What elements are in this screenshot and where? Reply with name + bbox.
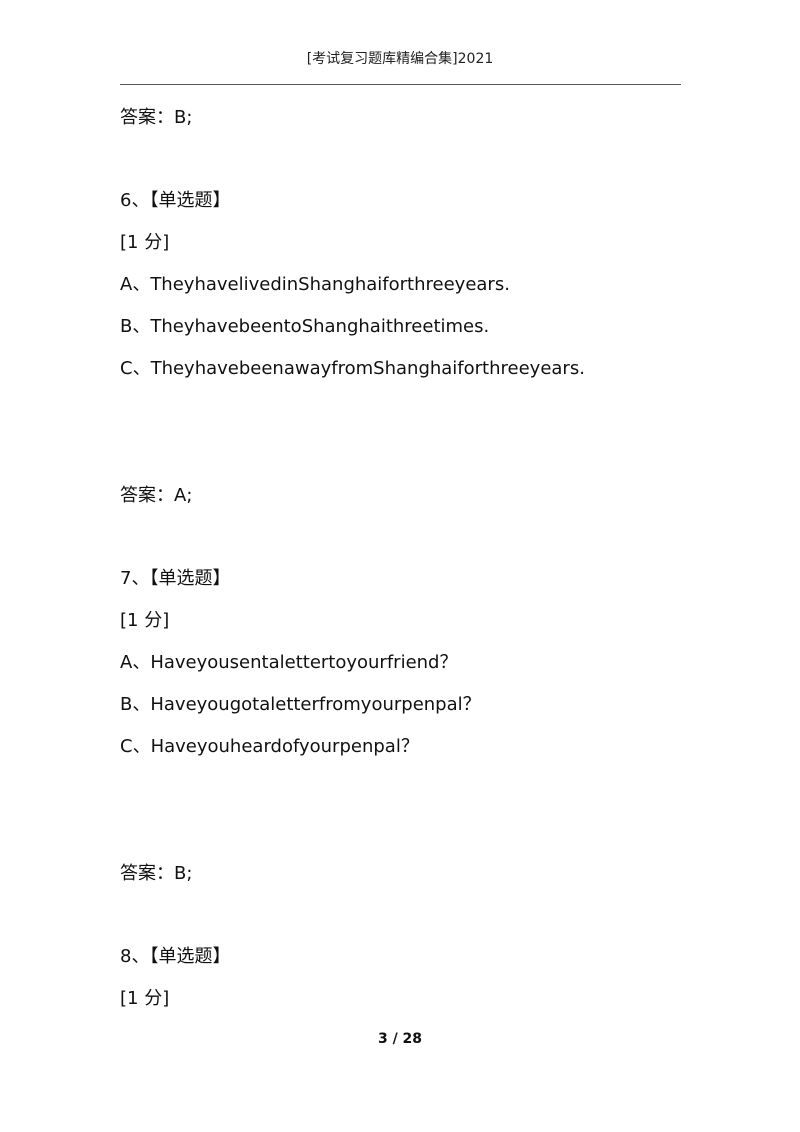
option-c: C、TheyhavebeenawayfromShanghaiforthreeye… <box>120 358 585 379</box>
question-heading: 8、【单选题】 <box>120 946 231 967</box>
answer-q5: 答案：B; <box>120 107 193 128</box>
option-b: B、Haveyougotaletterfromyourpenpal？ <box>120 694 481 715</box>
option-a: A、TheyhavelivedinShanghaiforthreeyears. <box>120 274 510 295</box>
question-heading: 6、【单选题】 <box>120 190 231 211</box>
answer-q6: 答案：A; <box>120 485 193 506</box>
question-heading: 7、【单选题】 <box>120 568 231 589</box>
option-b: B、TheyhavebeentoShanghaithreetimes. <box>120 316 490 337</box>
question-score: [1 分] <box>120 232 170 253</box>
answer-q7: 答案：B; <box>120 863 193 884</box>
header-divider <box>120 84 681 85</box>
option-a: A、Haveyousentalettertoyourfriend？ <box>120 652 458 673</box>
question-score: [1 分] <box>120 610 170 631</box>
document-title: [考试复习题库精编合集]2021 <box>306 51 494 67</box>
question-score: [1 分] <box>120 988 170 1009</box>
option-c: C、Haveyouheardofyourpenpal？ <box>120 736 419 757</box>
page-number: 3 / 28 <box>377 1031 423 1047</box>
